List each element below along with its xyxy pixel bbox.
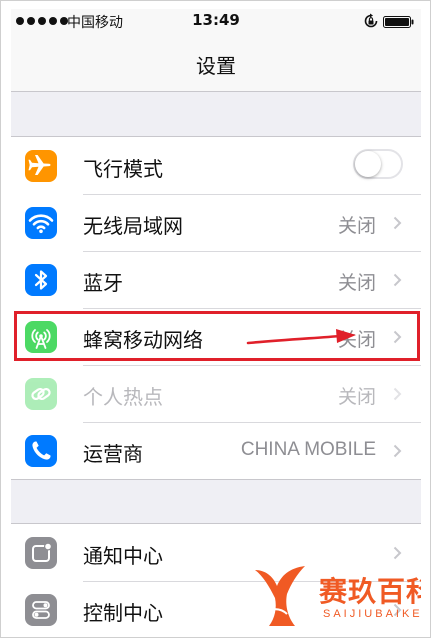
bluetooth-icon [25,264,57,296]
cellular-row[interactable]: 蜂窝移动网络 关闭 [11,308,421,365]
carrier-value: CHINA MOBILE [240,439,376,460]
wifi-row[interactable]: 无线局域网 关闭 [11,194,421,251]
chevron-right-icon [393,546,402,560]
wifi-label: 无线局域网 [83,214,183,238]
page-title: 设置 [196,54,236,78]
status-bar: 中国移动 13:49 [11,9,421,33]
wifi-icon [25,207,57,239]
notification-center-label: 通知中心 [83,544,163,568]
carrier-label: 运营商 [83,442,143,466]
airplane-icon [25,150,57,182]
cellular-label: 蜂窝移动网络 [83,328,203,352]
toggle-knob [355,151,381,177]
control-center-label: 控制中心 [83,601,163,625]
airplane-mode-toggle[interactable] [353,149,403,179]
screenshot-frame: 中国移动 13:49 设置 飞行模式 无线局域网 关闭 蓝牙 关闭 蜂窝移动网络… [0,0,431,638]
bluetooth-status-value: 关闭 [337,273,376,294]
watermark-title: 赛玖百科 [319,575,421,608]
settings-screen: 中国移动 13:49 设置 飞行模式 无线局域网 关闭 蓝牙 关闭 蜂窝移动网络… [11,9,421,633]
chevron-right-icon [393,216,402,230]
carrier-row[interactable]: 运营商 CHINA MOBILE [11,422,421,479]
personal-hotspot-status-value: 关闭 [337,387,376,408]
chevron-right-icon [393,387,402,401]
airplane-mode-row[interactable]: 飞行模式 [11,137,421,194]
settings-group-network: 飞行模式 无线局域网 关闭 蓝牙 关闭 蜂窝移动网络 关闭 个人热点 关闭 运营… [11,136,421,480]
chevron-right-icon [393,330,402,344]
status-time: 13:49 [192,11,240,29]
notification-center-icon [25,537,57,569]
phone-icon [25,435,57,467]
whale-tail-logo-icon [255,566,305,626]
navigation-bar: 设置 [11,33,421,92]
hotspot-link-icon [25,378,57,410]
cellular-antenna-icon [25,321,57,353]
bluetooth-label: 蓝牙 [83,271,123,295]
chevron-right-icon [393,273,402,287]
wifi-status-value: 关闭 [337,216,376,237]
personal-hotspot-row: 个人热点 关闭 [11,365,421,422]
airplane-mode-label: 飞行模式 [83,157,163,181]
watermark-subtitle: SAIJIUBAIKE [323,608,421,620]
rotation-lock-icon [364,13,378,28]
watermark: 赛玖百科 SAIJIUBAIKE [243,562,421,632]
bluetooth-row[interactable]: 蓝牙 关闭 [11,251,421,308]
battery-icon [383,16,414,28]
personal-hotspot-label: 个人热点 [83,385,163,409]
chevron-right-icon [393,444,402,458]
cellular-status-value: 关闭 [337,330,376,351]
control-center-icon [25,594,57,626]
